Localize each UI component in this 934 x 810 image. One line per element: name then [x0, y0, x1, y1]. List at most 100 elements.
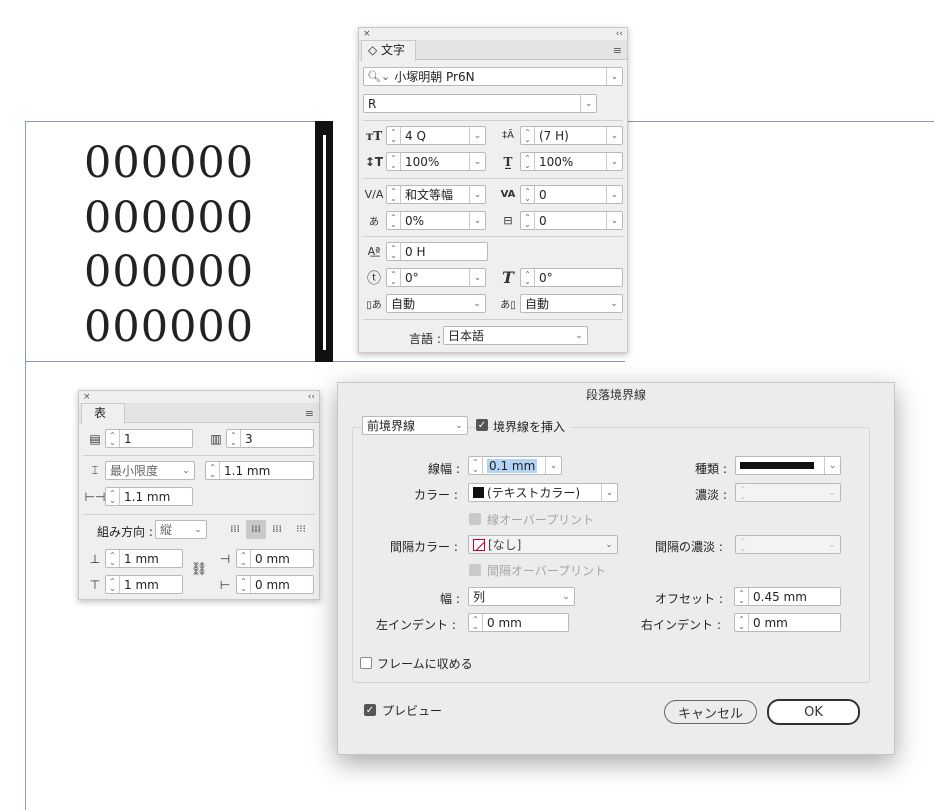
font-size-icon: ᴛT — [365, 128, 383, 143]
link-icon[interactable]: ⛓ — [189, 559, 209, 579]
row-height-mode-select[interactable]: 最小限度 ⌄ — [105, 461, 195, 480]
direction-select[interactable]: 縦 ⌄ — [155, 520, 207, 539]
frame-text: 000000 000000 000000 000000 — [84, 136, 254, 354]
inset-top-icon: ⊥ — [89, 551, 101, 566]
inset-bottom-field[interactable]: ⌃ ⌄ 1 mm — [105, 575, 183, 594]
weight-field[interactable]: ⌃ ⌄ 0.1 mm ⌄ — [468, 456, 562, 475]
insert-rule-label: 境界線を挿入 — [493, 418, 572, 435]
rows-field[interactable]: ⌃ ⌄ 1 — [105, 429, 193, 448]
inset-left-field[interactable]: ⌃ ⌄ 0 mm — [236, 549, 314, 568]
align-justify-icon[interactable]: ⁝⁝⁝ — [291, 520, 311, 539]
tab-table[interactable]: 表 — [81, 403, 126, 424]
tint-field[interactable]: ⌃ ⌄ ⌄ — [735, 483, 841, 502]
aki-before-field[interactable]: 自動 ⌄ — [386, 294, 486, 313]
gap-color-select[interactable]: [なし] ⌄ — [468, 535, 618, 554]
column-width-icon: ⊢⊣ — [84, 489, 106, 504]
paragraph-rules-dialog: 段落境界線 前境界線 ⌄ ✓ 境界線を挿入 線幅 : ⌃ ⌄ 0.1 mm ⌄ 種類 :… — [337, 382, 895, 755]
ok-button[interactable]: OK — [767, 699, 860, 725]
text-line: 000000 — [84, 138, 255, 188]
rotate-field[interactable]: ⌃ ⌄ 0° ⌄ — [386, 268, 486, 287]
columns-field[interactable]: ⌃ ⌄ 3 — [226, 429, 314, 448]
gap-overprint-checkbox[interactable] — [469, 564, 481, 576]
collapse-icon[interactable]: ‹‹ — [308, 392, 315, 402]
collapse-icon[interactable]: ‹‹ — [616, 29, 623, 39]
kerning-icon: V/A — [364, 188, 384, 201]
overprint-checkbox[interactable] — [469, 513, 481, 525]
column-width-field[interactable]: ⌃ ⌄ 1.1 mm — [105, 487, 193, 506]
close-icon[interactable]: × — [83, 392, 91, 402]
left-indent-label: 左インデント : — [376, 618, 456, 632]
insert-rule-checkbox[interactable]: ✓ — [476, 419, 488, 431]
tsume-percent-field[interactable]: ⌃ ⌄ 0% ⌄ — [386, 211, 486, 230]
skew-field[interactable]: ⌃ ⌄ 0° — [520, 268, 623, 287]
right-indent-label: 右インデント : — [641, 618, 721, 632]
character-panel: × ‹‹ ◇ 文字 ≡ 🔍︎⌄ 小塚明朝 Pr6N ⌄ R ⌄ ᴛT ⌃ ⌄ 4 Q ⌄… — [358, 27, 628, 353]
row-height-field[interactable]: ⌃ ⌄ 1.1 mm — [205, 461, 314, 480]
inset-right-icon: ⊢ — [219, 577, 231, 592]
font-size-field[interactable]: ⌃ ⌄ 4 Q ⌄ — [386, 126, 486, 145]
cancel-button[interactable]: キャンセル — [664, 700, 757, 724]
align-top-icon[interactable]: ⁞⁞⁞ — [225, 520, 245, 539]
font-family-field[interactable]: 🔍︎⌄ 小塚明朝 Pr6N ⌄ — [363, 67, 623, 86]
offset-field[interactable]: ⌃ ⌄ 0.45 mm — [734, 587, 841, 606]
offset-label: オフセット : — [655, 592, 723, 606]
language-select[interactable]: 日本語 ⌄ — [443, 326, 588, 345]
font-style-field[interactable]: R ⌄ — [363, 94, 597, 113]
baseline-shift-field[interactable]: ⌃ ⌄ 0 H — [386, 242, 488, 261]
horizontal-scale-icon: T̲ — [503, 154, 513, 169]
horizontal-scale-field[interactable]: ⌃ ⌄ 100% ⌄ — [520, 152, 623, 171]
text-line: 000000 — [84, 247, 255, 297]
tab-character[interactable]: ◇ 文字 — [361, 40, 417, 61]
text-frame[interactable]: 000000 000000 000000 000000 — [25, 121, 325, 362]
aki-icon: ⊟ — [503, 214, 513, 227]
preview-checkbox[interactable]: ✓ — [364, 704, 376, 716]
color-label: カラー : — [414, 488, 458, 502]
skew-icon: T — [502, 268, 514, 287]
aki-before-icon: ▯あ — [366, 300, 382, 311]
row-height-icon: ⌶ — [91, 463, 99, 477]
inset-left-icon: ⊣ — [219, 551, 231, 566]
color-select[interactable]: (テキストカラー) ⌄ — [468, 483, 618, 502]
stroke-type-label: 種類 : — [695, 462, 727, 476]
baseline-shift-icon: A͟ª — [367, 245, 381, 258]
leading-icon: ‡Ā — [502, 130, 514, 141]
rule-type-select[interactable]: 前境界線 ⌄ — [362, 416, 468, 435]
columns-icon: ▥ — [210, 431, 222, 446]
width-select[interactable]: 列 ⌄ — [468, 587, 575, 606]
tint-label: 濃淡 : — [695, 488, 727, 502]
leading-field[interactable]: ⌃ ⌄ (7 H) ⌄ — [520, 126, 623, 145]
align-bottom-icon[interactable]: ⁞⁞⁞ — [267, 520, 287, 539]
search-icon: 🔍︎⌄ — [367, 70, 391, 83]
aki-after-field[interactable]: 自動 ⌄ — [520, 294, 623, 313]
aki-field[interactable]: ⌃ ⌄ 0 ⌄ — [520, 211, 623, 230]
direction-label: 組み方向 : — [97, 525, 153, 539]
fit-frame-checkbox[interactable] — [360, 657, 372, 669]
text-line: 000000 — [84, 301, 255, 352]
panel-menu-icon[interactable]: ≡ — [613, 44, 622, 57]
chevron-down-icon[interactable]: ⌄ — [580, 95, 596, 112]
language-label: 言語 : — [409, 332, 441, 346]
fit-frame-label: フレームに収める — [377, 657, 473, 671]
close-icon[interactable]: × — [363, 29, 371, 39]
rotate-icon: ⓣ — [367, 270, 381, 287]
tsume-percent-icon: あ — [369, 217, 379, 228]
gap-color-label: 間隔カラー : — [390, 540, 458, 554]
tracking-field[interactable]: ⌃ ⌄ 0 ⌄ — [520, 185, 623, 204]
align-center-icon[interactable]: ⁞⁞⁞ — [246, 520, 266, 539]
stroke-type-select[interactable]: ⌄ — [735, 456, 841, 475]
width-label: 幅 : — [440, 592, 460, 606]
chevron-down-icon[interactable]: ⌄ — [606, 68, 622, 85]
tracking-icon: VA — [500, 189, 516, 200]
right-indent-field[interactable]: ⌃ ⌄ 0 mm — [734, 613, 841, 632]
tsume-field[interactable]: ⌃ ⌄ 和文等幅 ⌄ — [386, 185, 486, 204]
vertical-scale-icon: ↕T — [364, 154, 384, 169]
vertical-scale-field[interactable]: ⌃ ⌄ 100% ⌄ — [386, 152, 486, 171]
panel-menu-icon[interactable]: ≡ — [305, 407, 314, 420]
text-line: 000000 — [84, 192, 255, 243]
left-indent-field[interactable]: ⌃ ⌄ 0 mm — [468, 613, 569, 632]
table-panel: × ‹‹ 表 ≡ ▤ ⌃ ⌄ 1 ▥ ⌃ ⌄ 3 ⌶ 最小限度 ⌄ ⌃ ⌄ 1.1 mm ⊢⊣ … — [78, 390, 320, 600]
weight-label: 線幅 : — [428, 462, 460, 476]
gap-tint-field[interactable]: ⌃ ⌄ ⌄ — [735, 535, 841, 554]
inset-right-field[interactable]: ⌃ ⌄ 0 mm — [236, 575, 314, 594]
inset-top-field[interactable]: ⌃ ⌄ 1 mm — [105, 549, 183, 568]
